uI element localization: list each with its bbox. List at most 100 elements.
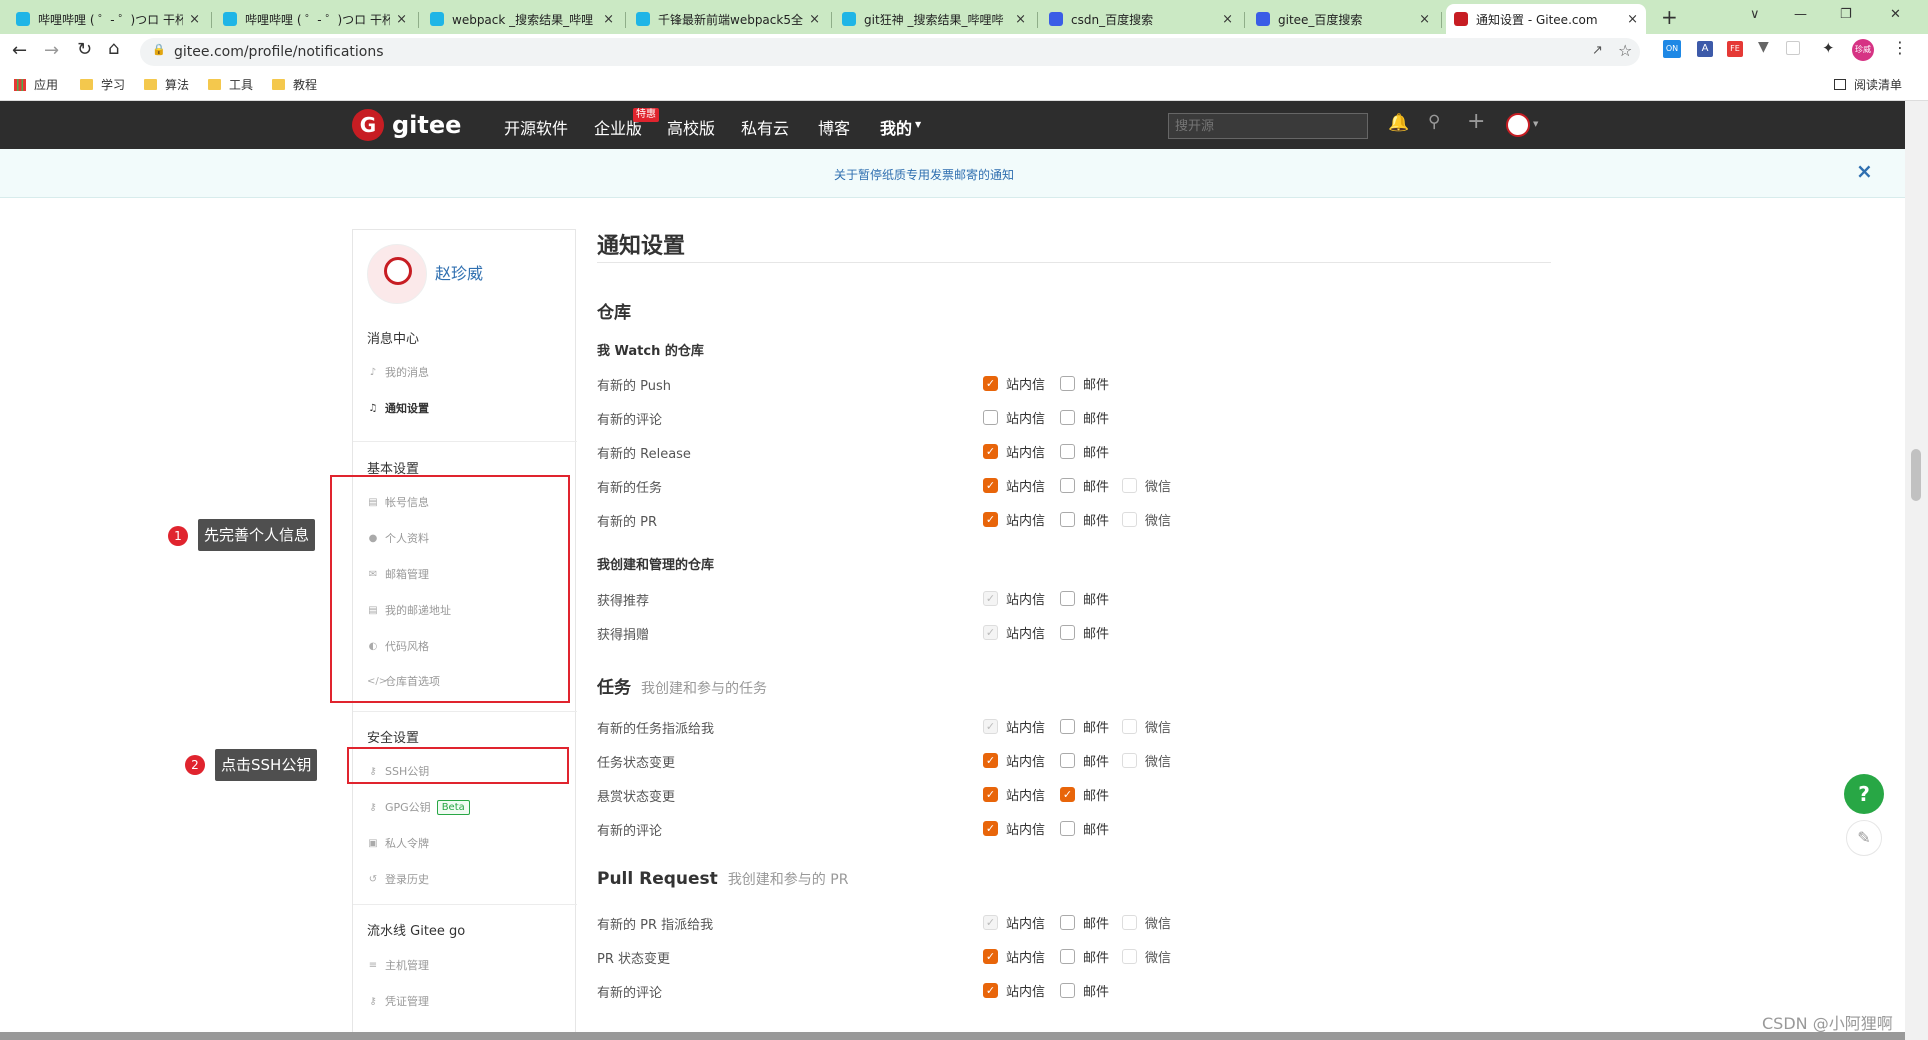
site-checkbox[interactable]: ✓	[983, 821, 998, 836]
bell-icon[interactable]: 🔔	[1388, 113, 1409, 133]
star-icon[interactable]: ☆	[1618, 41, 1632, 60]
mail-checkbox-option[interactable]: 邮件	[1060, 947, 1109, 966]
sidebar-item[interactable]: ↺ 登录历史	[367, 871, 429, 887]
gitee-logo[interactable]: G gitee	[352, 109, 461, 141]
forward-icon[interactable]: →	[44, 40, 59, 61]
feedback-edit-icon[interactable]: ✎	[1846, 820, 1882, 856]
wechat-checkbox[interactable]	[1122, 915, 1137, 930]
notice-close-icon[interactable]: ×	[1856, 159, 1873, 183]
mail-checkbox-option[interactable]: 邮件	[1060, 981, 1109, 1000]
new-tab-plus-icon[interactable]: +	[1661, 5, 1678, 29]
tab-search-chevron-icon[interactable]: ∨	[1750, 7, 1760, 22]
window-minimize-icon[interactable]: —	[1794, 7, 1807, 22]
site-checkbox-option[interactable]: ✓ 站内信	[983, 785, 1045, 804]
sidebar-item[interactable]: ♪ 我的消息	[367, 364, 429, 380]
nav-blog[interactable]: 博客	[818, 115, 850, 139]
nav-university[interactable]: 高校版	[667, 115, 715, 139]
sidebar-avatar[interactable]	[367, 244, 427, 304]
help-button[interactable]: ?	[1844, 774, 1884, 814]
browser-tab[interactable]: 哔哩哔哩 ( ゜- ゜)つロ 干杯 ×	[215, 4, 415, 34]
site-checkbox[interactable]: ✓	[983, 949, 998, 964]
sidebar-username[interactable]: 赵珍威	[435, 260, 483, 284]
tab-close-icon[interactable]: ×	[189, 12, 200, 27]
wechat-checkbox[interactable]	[1122, 478, 1137, 493]
notice-link[interactable]: 关于暂停纸质专用发票邮寄的通知	[834, 166, 1014, 183]
wechat-checkbox[interactable]	[1122, 719, 1137, 734]
mail-checkbox[interactable]	[1060, 591, 1075, 606]
wechat-checkbox-option[interactable]: 微信	[1122, 947, 1171, 966]
browser-tab[interactable]: 千锋最新前端webpack5全 ×	[628, 4, 828, 34]
mail-checkbox-option[interactable]: 邮件	[1060, 623, 1109, 642]
extension-fe-icon[interactable]: FE	[1727, 41, 1743, 57]
mail-checkbox[interactable]	[1060, 949, 1075, 964]
sidebar-item[interactable]: ≡ 主机管理	[367, 957, 429, 973]
tab-close-icon[interactable]: ×	[603, 12, 614, 27]
site-checkbox[interactable]: ✓	[983, 753, 998, 768]
site-checkbox-option[interactable]: ✓ 站内信	[983, 374, 1045, 393]
tab-close-icon[interactable]: ×	[809, 12, 820, 27]
tab-close-icon[interactable]: ×	[396, 12, 407, 27]
mail-checkbox-option[interactable]: 邮件	[1060, 913, 1109, 932]
search-input[interactable]	[1168, 113, 1368, 139]
bookmark-item[interactable]: 学习	[80, 76, 125, 93]
browser-tab[interactable]: webpack _搜索结果_哔哩 ×	[422, 4, 622, 34]
wechat-checkbox[interactable]	[1122, 753, 1137, 768]
reload-icon[interactable]: ↻	[77, 39, 92, 60]
extension-v-icon[interactable]: ▼	[1758, 39, 1769, 55]
site-checkbox[interactable]: ✓	[983, 983, 998, 998]
wechat-checkbox-option[interactable]: 微信	[1122, 510, 1171, 529]
mail-checkbox-option[interactable]: 邮件	[1060, 442, 1109, 461]
tab-close-icon[interactable]: ×	[1419, 12, 1430, 27]
page-scrollbar[interactable]	[1905, 101, 1928, 1040]
mail-checkbox[interactable]	[1060, 753, 1075, 768]
share-icon[interactable]: ↗	[1592, 43, 1603, 58]
wechat-checkbox-option[interactable]: 微信	[1122, 751, 1171, 770]
mail-checkbox-option[interactable]: 邮件	[1060, 374, 1109, 393]
sidebar-item[interactable]: ▣ 私人令牌	[367, 835, 429, 851]
bookmark-item[interactable]: 算法	[144, 76, 189, 93]
site-checkbox-option[interactable]: ✓ 站内信	[983, 819, 1045, 838]
site-checkbox-option[interactable]: 站内信	[983, 408, 1045, 427]
site-checkbox[interactable]: ✓	[983, 478, 998, 493]
tab-close-icon[interactable]: ×	[1015, 12, 1026, 27]
browser-tab[interactable]: 通知设置 - Gitee.com ×	[1446, 4, 1646, 34]
mail-checkbox-option[interactable]: 邮件	[1060, 751, 1109, 770]
site-checkbox-option[interactable]: ✓ 站内信	[983, 947, 1045, 966]
tab-close-icon[interactable]: ×	[1627, 12, 1638, 27]
site-checkbox[interactable]: ✓	[983, 444, 998, 459]
mail-checkbox[interactable]	[1060, 376, 1075, 391]
back-icon[interactable]: ←	[12, 40, 27, 61]
site-checkbox[interactable]	[983, 410, 998, 425]
mail-checkbox-option[interactable]: 邮件	[1060, 717, 1109, 736]
home-icon[interactable]: ⌂	[108, 38, 119, 59]
tab-close-icon[interactable]: ×	[1222, 12, 1233, 27]
mail-checkbox[interactable]: ✓	[1060, 787, 1075, 802]
scrollbar-thumb[interactable]	[1911, 449, 1921, 501]
nav-private-cloud[interactable]: 私有云	[741, 115, 789, 139]
plus-icon[interactable]: +	[1467, 109, 1485, 134]
bookmark-item[interactable]: 应用	[14, 76, 58, 93]
browser-tab[interactable]: 哔哩哔哩 ( ゜- ゜)つロ 干杯 ×	[8, 4, 208, 34]
mail-checkbox[interactable]	[1060, 512, 1075, 527]
site-checkbox-option[interactable]: ✓ 站内信	[983, 442, 1045, 461]
wechat-checkbox-option[interactable]: 微信	[1122, 913, 1171, 932]
mail-checkbox[interactable]	[1060, 444, 1075, 459]
address-bar[interactable]: 🔒 gitee.com/profile/notifications ↗ ☆	[140, 38, 1640, 66]
browser-tab[interactable]: git狂神 _搜索结果_哔哩哔 ×	[834, 4, 1034, 34]
wechat-checkbox-option[interactable]: 微信	[1122, 476, 1171, 495]
site-checkbox[interactable]: ✓	[983, 512, 998, 527]
avatar-caret-icon[interactable]: ▼	[1533, 120, 1538, 128]
mail-checkbox[interactable]	[1060, 719, 1075, 734]
bookmark-item[interactable]: 教程	[272, 76, 317, 93]
menu-kebab-icon[interactable]: ⋮	[1892, 38, 1908, 57]
extension-translate-icon[interactable]: A	[1697, 41, 1713, 57]
user-avatar[interactable]	[1506, 113, 1530, 137]
extension-on-icon[interactable]: ON	[1663, 40, 1681, 58]
mail-checkbox-option[interactable]: 邮件	[1060, 476, 1109, 495]
site-checkbox-option[interactable]: ✓ 站内信	[983, 476, 1045, 495]
wechat-checkbox-option[interactable]: 微信	[1122, 717, 1171, 736]
browser-tab[interactable]: gitee_百度搜索 ×	[1248, 4, 1438, 34]
mail-checkbox-option[interactable]: 邮件	[1060, 408, 1109, 427]
site-checkbox-option[interactable]: ✓ 站内信	[983, 981, 1045, 1000]
site-checkbox-option[interactable]: ✓ 站内信	[983, 751, 1045, 770]
